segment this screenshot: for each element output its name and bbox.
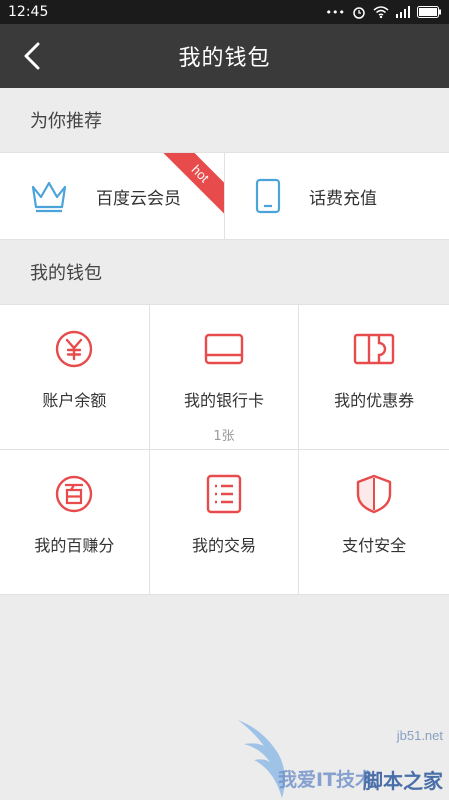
phone-icon (255, 178, 281, 214)
wallet-item-label: 我的百赚分 (34, 536, 115, 555)
wifi-icon (373, 6, 389, 18)
coupon-icon (353, 333, 395, 365)
status-time: 12:45 (8, 4, 49, 20)
transactions-item[interactable]: 我的交易 (149, 450, 300, 595)
bank-card-count: 1张 (213, 429, 235, 444)
status-bar: 12:45 ••• (0, 0, 449, 24)
wallet-section-title: 我的钱包 (30, 263, 102, 284)
coupon-item[interactable]: 我的优惠券 (299, 305, 449, 450)
watermark-site: jb51.net (396, 728, 443, 743)
watermark-left-text: 我爱IT技术 (278, 769, 375, 791)
payment-security-item[interactable]: 支付安全 (299, 450, 449, 595)
yen-icon (56, 330, 93, 368)
recommend-row: 百度云会员 hot 话费充值 (0, 152, 449, 240)
alarm-icon (353, 7, 365, 19)
transactions-list-icon (206, 474, 242, 514)
wallet-item-label: 我的银行卡 (183, 391, 264, 410)
battery-icon (417, 6, 441, 18)
back-button[interactable] (14, 38, 50, 74)
signal-icon (396, 6, 410, 18)
phone-recharge-item[interactable]: 话费充值 (224, 153, 449, 239)
chevron-left-icon (24, 42, 40, 70)
bank-card-icon (204, 333, 244, 365)
wallet-item-label: 我的优惠券 (334, 391, 415, 410)
page-title: 我的钱包 (178, 46, 271, 71)
status-icons: ••• (326, 5, 441, 19)
bank-card-item[interactable]: 我的银行卡 1张 (149, 305, 300, 450)
recommend-item-label: 百度云会员 (96, 188, 181, 209)
wallet-grid: 账户余额 我的银行卡 1张 我的优惠券 我的百赚分 我的交易 支付安全 (0, 304, 449, 595)
watermark: 我爱IT技术 jb51.net 脚本之家 (234, 710, 449, 800)
recommend-item-label: 话费充值 (309, 188, 377, 209)
wing-logo-icon (238, 720, 285, 798)
recommend-section-title: 为你推荐 (30, 111, 102, 132)
baidu-cloud-vip-item[interactable]: 百度云会员 hot (0, 153, 224, 239)
account-balance-item[interactable]: 账户余额 (0, 305, 150, 450)
wallet-item-label: 我的交易 (191, 536, 256, 555)
watermark-name: 脚本之家 (363, 769, 443, 793)
bai-points-icon (56, 475, 93, 513)
title-bar: 我的钱包 (0, 24, 449, 88)
bai-points-item[interactable]: 我的百赚分 (0, 450, 150, 595)
wallet-item-label: 账户余额 (42, 391, 107, 410)
wallet-item-label: 支付安全 (342, 536, 407, 555)
shield-icon (356, 474, 392, 514)
crown-icon (31, 181, 67, 213)
dots-icon: ••• (325, 5, 345, 19)
